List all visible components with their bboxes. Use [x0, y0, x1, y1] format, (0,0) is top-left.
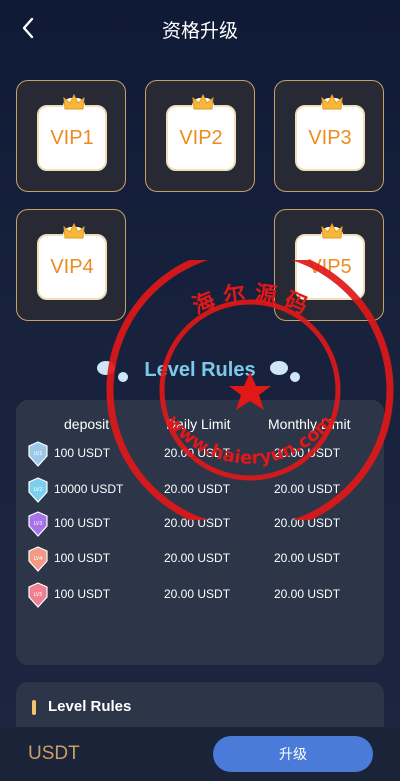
level-rules-title: Level Rules: [144, 359, 256, 381]
daily-limit-cell: 20.00 USDT: [164, 446, 231, 460]
daily-limit-cell: 20.00 USDT: [164, 482, 231, 496]
vip-badge: VIP1: [37, 93, 107, 171]
table-row: LV4 100 USDT 20.00 USDT 20.00 USDT: [16, 544, 384, 574]
table-row: LV1 100 USDT 20.00 USDT 20.00 USDT: [16, 439, 384, 469]
level-badge-text: LV1: [34, 451, 43, 457]
currency-label: USDT: [28, 743, 80, 764]
table-row: LV3 100 USDT 20.00 USDT 20.00 USDT: [16, 509, 384, 539]
column-header-monthly-limit: Monthly Limit: [268, 416, 351, 432]
deposit-cell: 100 USDT: [54, 446, 111, 460]
vip-label: VIP2: [179, 126, 223, 149]
daily-limit-cell: 20.00 USDT: [164, 551, 231, 565]
vip-card-5[interactable]: VIP5: [274, 209, 384, 321]
deposit-cell: 100 USDT: [54, 551, 111, 565]
level-rules-table: deposit Daily Limit Monthly Limit LV1 10…: [16, 400, 384, 665]
deposit-cell: 100 USDT: [54, 587, 111, 601]
vip-badge: VIP3: [295, 93, 365, 171]
monthly-limit-cell: 20.00 USDT: [274, 551, 341, 565]
crown-icon: [63, 93, 85, 110]
level-rules-heading: Level Rules: [0, 352, 400, 388]
level-badge-text: LV4: [34, 556, 43, 562]
column-header-daily-limit: Daily Limit: [166, 416, 231, 432]
daily-limit-cell: 20.00 USDT: [164, 516, 231, 530]
vip-card-2[interactable]: VIP2: [145, 80, 255, 192]
deposit-cell: 100 USDT: [54, 516, 111, 530]
vip-badge: VIP5: [295, 222, 365, 300]
header: 资格升级: [0, 0, 400, 56]
monthly-limit-cell: 20.00 USDT: [274, 446, 341, 460]
upgrade-button[interactable]: 升级: [213, 736, 373, 772]
page-title: 资格升级: [161, 21, 238, 42]
crown-icon: [63, 222, 85, 239]
crown-icon: [321, 222, 343, 239]
level-badge-text: LV5: [34, 592, 43, 598]
table-row: LV2 10000 USDT 20.00 USDT 20.00 USDT: [16, 475, 384, 505]
level-badge-icon: LV5: [28, 582, 48, 608]
monthly-limit-cell: 20.00 USDT: [274, 482, 341, 496]
vip-card-1[interactable]: VIP1: [16, 80, 126, 192]
vip-label: VIP3: [308, 126, 352, 149]
level-badge-text: LV2: [34, 487, 43, 493]
vip-label: VIP4: [50, 255, 94, 278]
level-badge-text: LV3: [34, 521, 43, 527]
crown-icon: [192, 93, 214, 110]
footer-bar: USDT 升级: [0, 727, 400, 781]
monthly-limit-cell: 20.00 USDT: [274, 587, 341, 601]
level-badge-icon: LV3: [28, 511, 48, 537]
section-accent-bar: [32, 700, 36, 715]
level-badge-icon: LV2: [28, 477, 48, 503]
table-row: LV5 100 USDT 20.00 USDT 20.00 USDT: [16, 580, 384, 610]
column-header-deposit: deposit: [64, 416, 110, 432]
level-badge-icon: LV1: [28, 441, 48, 467]
level-badge-icon: LV4: [28, 546, 48, 572]
daily-limit-cell: 20.00 USDT: [164, 587, 231, 601]
crown-icon: [321, 93, 343, 110]
vip-card-3[interactable]: VIP3: [274, 80, 384, 192]
vip-label: VIP1: [50, 126, 94, 149]
deposit-cell: 10000 USDT: [54, 482, 124, 496]
monthly-limit-cell: 20.00 USDT: [274, 516, 341, 530]
section-title: Level Rules: [48, 698, 132, 715]
vip-badge: VIP4: [37, 222, 107, 300]
vip-badge: VIP2: [166, 93, 236, 171]
vip-label: VIP5: [308, 255, 352, 278]
vip-card-4[interactable]: VIP4: [16, 209, 126, 321]
